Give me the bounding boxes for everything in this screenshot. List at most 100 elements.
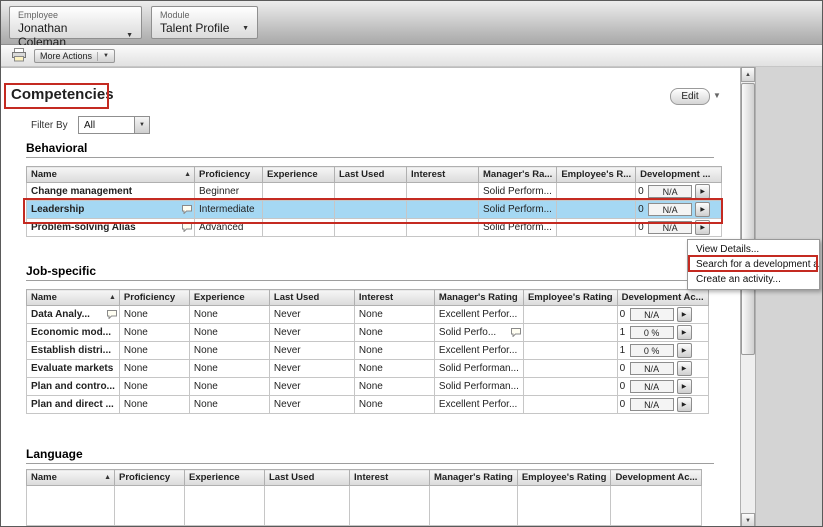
development-value-field[interactable]: N/A	[648, 221, 693, 234]
development-value-field[interactable]: 0 %	[629, 344, 674, 357]
cell: Never	[268, 305, 355, 324]
cell	[334, 200, 407, 219]
development-cell: 0 N/A ▶	[616, 305, 709, 324]
menu-item-search-development-activity[interactable]: Search for a development activity...	[688, 257, 819, 272]
cell-text: None	[358, 399, 383, 410]
cell-text: None	[358, 345, 383, 356]
column-header-interest[interactable]: Interest	[406, 166, 479, 183]
cell	[556, 200, 637, 219]
development-value-field[interactable]: N/A	[629, 362, 674, 375]
development-value-field[interactable]: N/A	[629, 398, 674, 411]
cell-text: None	[123, 327, 148, 338]
column-header-employee-s-rating[interactable]: Employee's Rating	[516, 469, 612, 486]
cell-text: Intermediate	[199, 204, 255, 215]
development-menu-button[interactable]: ▶	[695, 202, 711, 217]
column-header-interest[interactable]: Interest	[353, 289, 435, 306]
development-menu-button[interactable]: ▶	[695, 184, 711, 199]
column-header-interest[interactable]: Interest	[349, 469, 430, 486]
cell	[406, 218, 479, 237]
comment-icon[interactable]	[182, 205, 192, 217]
development-menu-button[interactable]: ▶	[676, 361, 692, 376]
column-header-experience[interactable]: Experience	[184, 469, 265, 486]
development-menu-button[interactable]: ▶	[676, 343, 692, 358]
comment-icon[interactable]	[182, 223, 192, 235]
cell-text: Establish distri...	[31, 345, 112, 356]
comment-icon[interactable]	[510, 328, 521, 340]
column-header-name[interactable]: Name ▲	[26, 289, 120, 306]
column-header-experience[interactable]: Experience	[188, 289, 270, 306]
employee-selector[interactable]: Employee Jonathan Coleman ▼	[9, 6, 142, 49]
comment-icon[interactable]	[106, 310, 117, 322]
edit-dropdown-toggle[interactable]: ▼	[713, 91, 721, 100]
column-label: Development Ac...	[621, 292, 704, 303]
development-menu-button[interactable]: ▶	[695, 220, 711, 235]
development-value-field[interactable]: N/A	[648, 185, 693, 198]
application-window: Employee Jonathan Coleman ▼ Module Talen…	[0, 0, 823, 527]
section-divider	[26, 280, 714, 281]
filter-dropdown[interactable]: All ▼	[78, 116, 150, 134]
column-label: Experience	[193, 292, 245, 303]
column-header-last-used[interactable]: Last Used	[268, 289, 355, 306]
section-divider	[26, 463, 714, 464]
table-row[interactable]: Change management Beginner Solid Perform..…	[26, 182, 723, 201]
column-header-manager-s-rating[interactable]: Manager's Rating	[429, 469, 518, 486]
column-label: Last Used	[273, 292, 320, 303]
column-header-manager-s-ra[interactable]: Manager's Ra...	[477, 166, 558, 183]
cell-text: Never	[273, 309, 301, 320]
development-cell: 0 N/A ▶	[635, 182, 723, 201]
development-menu-button[interactable]: ▶	[676, 379, 692, 394]
vertical-scrollbar[interactable]: ▲ ▼	[740, 67, 756, 526]
cell: Excellent Perfor...	[433, 395, 524, 414]
cell: Economic mod...	[26, 323, 120, 342]
development-menu-button[interactable]: ▶	[676, 325, 692, 340]
cell: None	[188, 395, 270, 414]
column-header-employee-s-r[interactable]: Employee's R...	[556, 166, 637, 183]
scroll-up-button[interactable]: ▲	[741, 67, 755, 82]
column-header-proficiency[interactable]: Proficiency	[118, 289, 190, 306]
column-header-manager-s-rating[interactable]: Manager's Rating	[433, 289, 524, 306]
table-row[interactable]: Evaluate markets None None Never None Solid P…	[26, 359, 709, 378]
more-actions-button[interactable]: More Actions ▼	[34, 49, 115, 63]
cell-text: Solid Perfo...	[438, 327, 497, 338]
table-row[interactable]: Economic mod... None None Never None Solid Pe…	[26, 323, 709, 342]
column-header-development[interactable]: Development ...	[635, 166, 723, 183]
table-row[interactable]: Establish distri... None None Never None Exce…	[26, 341, 709, 360]
development-menu-button[interactable]: ▶	[676, 307, 692, 322]
column-header-employee-s-rating[interactable]: Employee's Rating	[522, 289, 618, 306]
development-value-field[interactable]: N/A	[648, 203, 693, 216]
column-header-last-used[interactable]: Last Used	[334, 166, 407, 183]
column-header-name[interactable]: Name ▲	[26, 166, 195, 183]
cell-text: Data Analy...	[31, 309, 90, 320]
edit-button[interactable]: Edit	[670, 88, 710, 105]
column-header-proficiency[interactable]: Proficiency	[114, 469, 185, 486]
table-row[interactable]: Problem-solving Alias Advanced Solid Perfo…	[26, 218, 723, 237]
cell: None	[353, 395, 435, 414]
cell	[262, 182, 335, 201]
development-menu-button[interactable]: ▶	[676, 397, 692, 412]
cell-text: None	[358, 363, 383, 374]
development-value-field[interactable]: 0 %	[629, 326, 674, 339]
column-label: Name	[31, 169, 57, 180]
table-row[interactable]: Plan and contro... None None Never None Solid…	[26, 377, 709, 396]
cell	[184, 485, 265, 526]
column-header-development-ac[interactable]: Development Ac...	[610, 469, 703, 486]
column-header-experience[interactable]: Experience	[262, 166, 335, 183]
column-header-last-used[interactable]: Last Used	[264, 469, 350, 486]
table-row[interactable]: Plan and direct ... None None Never None Exce…	[26, 395, 709, 414]
print-button[interactable]	[8, 48, 30, 64]
column-header-proficiency[interactable]: Proficiency	[194, 166, 263, 183]
menu-item-create-activity[interactable]: Create an activity...	[688, 272, 819, 287]
table-row[interactable]: Leadership Intermediate Solid Perform... 0 N…	[26, 200, 723, 219]
scroll-down-button[interactable]: ▼	[741, 513, 755, 526]
table-row[interactable]: Data Analy... None None Never None Excellent …	[26, 305, 709, 324]
scrollbar-thumb[interactable]	[741, 83, 755, 355]
header-row: Name ▲ Proficiency Experience Last Used Inter…	[26, 289, 709, 306]
column-header-development-ac[interactable]: Development Ac...	[616, 289, 709, 306]
cell	[556, 182, 637, 201]
development-value-field[interactable]: N/A	[629, 308, 674, 321]
column-header-name[interactable]: Name ▲	[26, 469, 115, 486]
cell: None	[353, 323, 435, 342]
menu-item-view-details[interactable]: View Details...	[688, 242, 819, 257]
module-selector[interactable]: Module Talent Profile ▼	[151, 6, 258, 39]
development-value-field[interactable]: N/A	[629, 380, 674, 393]
